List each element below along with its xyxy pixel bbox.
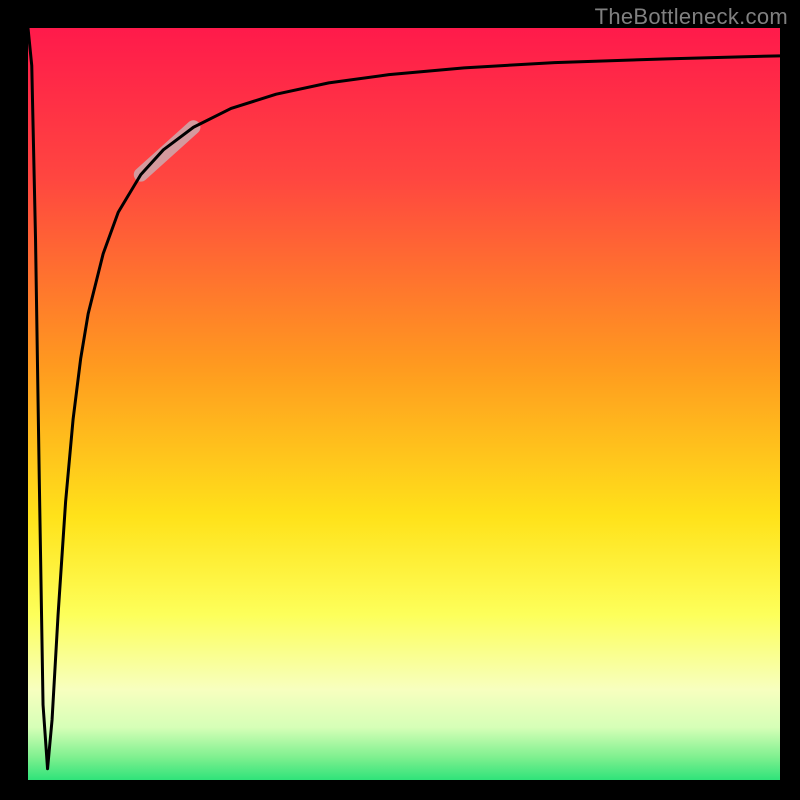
- plot-background: [28, 28, 780, 780]
- chart-svg: [0, 0, 800, 800]
- chart-plot: [0, 0, 800, 800]
- watermark-label: TheBottleneck.com: [595, 4, 788, 30]
- chart-stage: TheBottleneck.com: [0, 0, 800, 800]
